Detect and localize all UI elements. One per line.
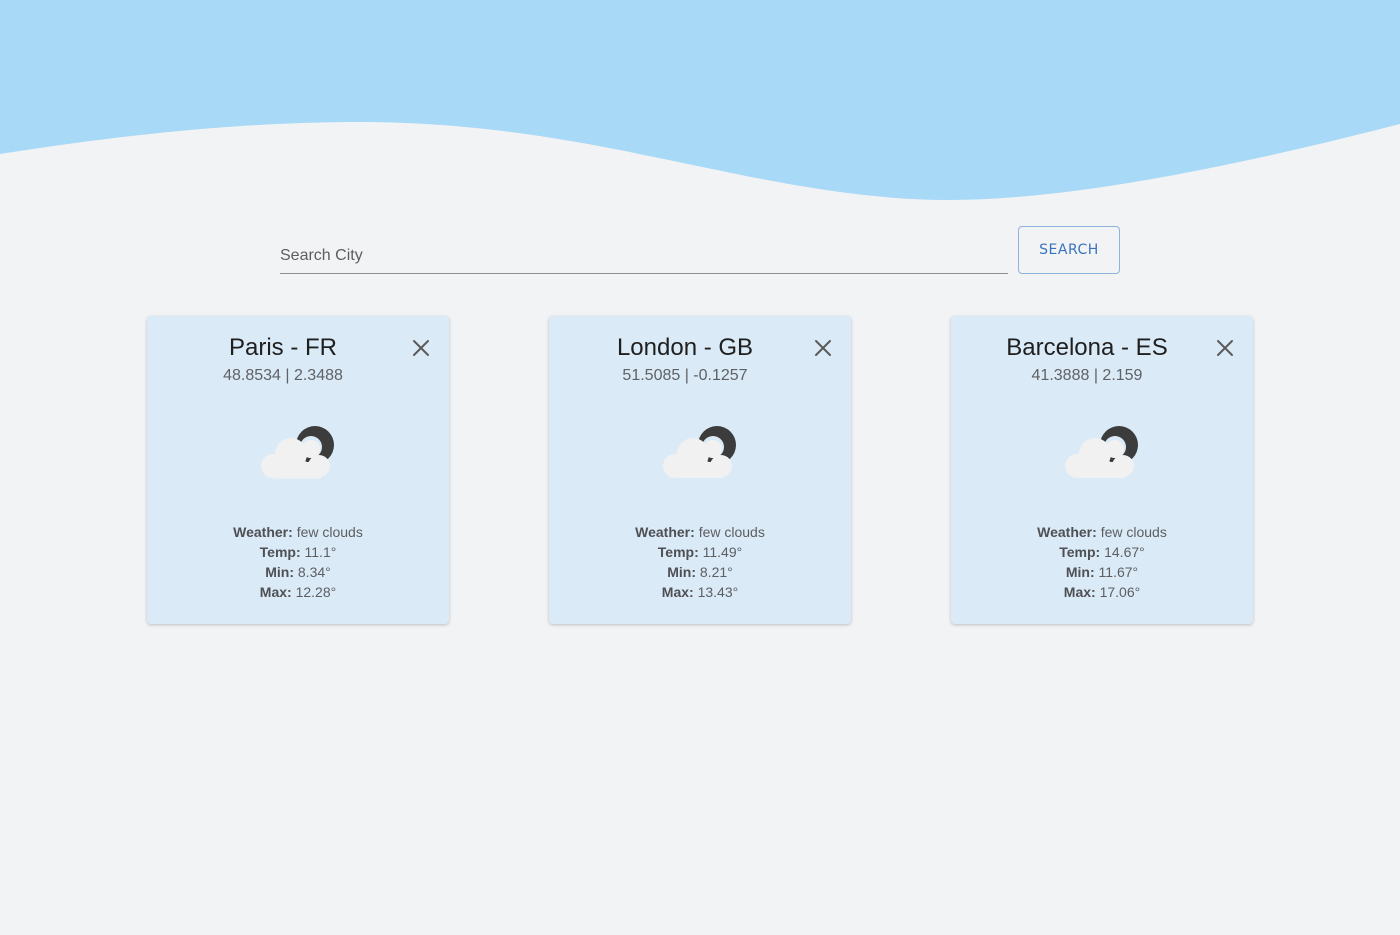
temp-line: Temp: 14.67° [951,542,1253,562]
max-label: Max: [1063,584,1096,600]
weather-line: Weather: few clouds [147,522,449,542]
header-wave [0,0,1400,200]
weather-value: few clouds [698,524,765,540]
min-line: Min: 11.67° [951,562,1253,582]
few-clouds-night-icon [1065,426,1138,478]
close-icon[interactable] [813,338,833,358]
min-value: 8.21° [699,564,733,580]
min-label: Min: [667,564,696,580]
min-line: Min: 8.34° [147,562,449,582]
close-icon[interactable] [411,338,431,358]
city-coordinates: 41.3888 | 2.159 [1031,367,1143,384]
city-card-list: Paris - FR 48.8534 | 2.3488 Weather: few… [147,316,1253,626]
max-line: Max: 13.43° [549,582,851,602]
weather-details: Weather: few clouds Temp: 11.49° Min: 8.… [549,522,851,602]
search-button[interactable]: SEARCH [1018,226,1120,274]
min-line: Min: 8.21° [549,562,851,582]
weather-label: Weather: [1037,524,1097,540]
few-clouds-night-icon [261,426,334,479]
page: SEARCH Paris - FR 48.8534 | 2.3488 Weath… [0,0,1400,935]
min-label: Min: [265,564,294,580]
temp-label: Temp: [259,544,301,560]
temp-value: 11.1° [304,544,337,560]
search-input[interactable] [280,226,1008,274]
weather-value: few clouds [296,524,363,540]
weather-details: Weather: few clouds Temp: 14.67° Min: 11… [951,522,1253,602]
city-coordinates: 51.5085 | -0.1257 [622,367,748,384]
max-line: Max: 12.28° [147,582,449,602]
city-name: London - GB [616,334,754,361]
weather-line: Weather: few clouds [951,522,1253,542]
weather-label: Weather: [635,524,695,540]
min-value: 11.67° [1098,564,1139,580]
city-name: Paris - FR [229,334,337,361]
max-line: Max: 17.06° [951,582,1253,602]
weather-details: Weather: few clouds Temp: 11.1° Min: 8.3… [147,522,449,602]
temp-line: Temp: 11.49° [549,542,851,562]
search-bar: SEARCH [280,226,1120,274]
max-label: Max: [259,584,292,600]
max-value: 17.06° [1099,584,1141,600]
temp-value: 14.67° [1104,544,1145,560]
temp-label: Temp: [1059,544,1101,560]
min-label: Min: [1065,564,1095,580]
weather-value: few clouds [1100,524,1167,540]
weather-line: Weather: few clouds [549,522,851,542]
max-label: Max: [661,584,694,600]
city-card-london: London - GB 51.5085 | -0.1257 Weather: f… [549,316,851,624]
max-value: 13.43° [697,584,739,600]
city-card-paris: Paris - FR 48.8534 | 2.3488 Weather: few… [147,316,449,624]
city-coordinates: 48.8534 | 2.3488 [223,367,343,384]
temp-line: Temp: 11.1° [147,542,449,562]
close-icon[interactable] [1215,338,1235,358]
max-value: 12.28° [295,584,337,600]
weather-label: Weather: [233,524,293,540]
few-clouds-night-icon [663,426,736,478]
city-card-barcelona: Barcelona - ES 41.3888 | 2.159 Weather: … [951,316,1253,624]
temp-label: Temp: [657,544,699,560]
min-value: 8.34° [297,564,331,580]
temp-value: 11.49° [702,544,743,560]
city-name: Barcelona - ES [1006,334,1168,361]
